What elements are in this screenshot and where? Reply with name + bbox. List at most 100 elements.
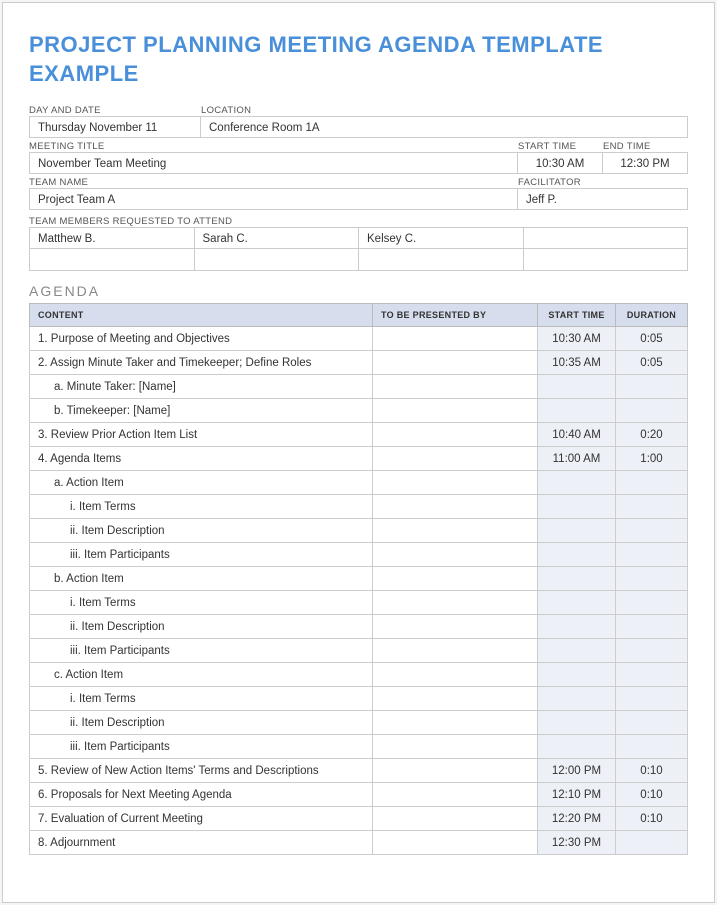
label-members: TEAM MEMBERS REQUESTED TO ATTEND bbox=[29, 213, 688, 227]
members-row-2 bbox=[29, 249, 688, 271]
member-cell-empty bbox=[195, 249, 360, 271]
info-row-meeting-title: MEETING TITLE November Team Meeting STAR… bbox=[29, 138, 688, 174]
info-row-date-location: DAY AND DATE Thursday November 11 LOCATI… bbox=[29, 102, 688, 138]
document-page: PROJECT PLANNING MEETING AGENDA TEMPLATE… bbox=[2, 2, 715, 903]
agenda-row: iii. Item Participants bbox=[30, 639, 688, 663]
value-end-time: 12:30 PM bbox=[603, 152, 688, 174]
header-presenter: TO BE PRESENTED BY bbox=[373, 304, 538, 327]
agenda-duration-cell bbox=[616, 687, 688, 711]
header-content: CONTENT bbox=[30, 304, 373, 327]
agenda-start-cell bbox=[538, 663, 616, 687]
agenda-presenter-cell bbox=[373, 423, 538, 447]
agenda-presenter-cell bbox=[373, 783, 538, 807]
agenda-start-cell: 12:30 PM bbox=[538, 831, 616, 855]
agenda-header-row: CONTENT TO BE PRESENTED BY START TIME DU… bbox=[30, 304, 688, 327]
agenda-start-cell bbox=[538, 615, 616, 639]
label-meeting-title: MEETING TITLE bbox=[29, 138, 518, 152]
agenda-row: 1. Purpose of Meeting and Objectives10:3… bbox=[30, 327, 688, 351]
agenda-table: CONTENT TO BE PRESENTED BY START TIME DU… bbox=[29, 303, 688, 855]
agenda-duration-cell bbox=[616, 375, 688, 399]
agenda-row: ii. Item Description bbox=[30, 615, 688, 639]
agenda-content-cell: i. Item Terms bbox=[30, 687, 373, 711]
agenda-row: b. Action Item bbox=[30, 567, 688, 591]
agenda-presenter-cell bbox=[373, 663, 538, 687]
agenda-content-cell: 4. Agenda Items bbox=[30, 447, 373, 471]
agenda-row: i. Item Terms bbox=[30, 495, 688, 519]
value-day-date: Thursday November 11 bbox=[29, 116, 201, 138]
agenda-row: 6. Proposals for Next Meeting Agenda12:1… bbox=[30, 783, 688, 807]
agenda-row: b. Timekeeper: [Name] bbox=[30, 399, 688, 423]
agenda-row: a. Minute Taker: [Name] bbox=[30, 375, 688, 399]
agenda-start-cell bbox=[538, 687, 616, 711]
agenda-presenter-cell bbox=[373, 591, 538, 615]
member-cell-empty bbox=[524, 249, 689, 271]
agenda-presenter-cell bbox=[373, 831, 538, 855]
agenda-start-cell bbox=[538, 735, 616, 759]
agenda-row: ii. Item Description bbox=[30, 519, 688, 543]
agenda-content-cell: ii. Item Description bbox=[30, 711, 373, 735]
agenda-duration-cell bbox=[616, 663, 688, 687]
member-cell: Kelsey C. bbox=[359, 227, 524, 249]
agenda-presenter-cell bbox=[373, 399, 538, 423]
agenda-presenter-cell bbox=[373, 327, 538, 351]
agenda-content-cell: a. Minute Taker: [Name] bbox=[30, 375, 373, 399]
agenda-start-cell: 12:20 PM bbox=[538, 807, 616, 831]
agenda-content-cell: i. Item Terms bbox=[30, 495, 373, 519]
agenda-content-cell: 5. Review of New Action Items' Terms and… bbox=[30, 759, 373, 783]
agenda-presenter-cell bbox=[373, 735, 538, 759]
agenda-presenter-cell bbox=[373, 375, 538, 399]
agenda-presenter-cell bbox=[373, 807, 538, 831]
agenda-row: 2. Assign Minute Taker and Timekeeper; D… bbox=[30, 351, 688, 375]
header-start: START TIME bbox=[538, 304, 616, 327]
agenda-content-cell: iii. Item Participants bbox=[30, 543, 373, 567]
info-row-team: TEAM NAME Project Team A FACILITATOR Jef… bbox=[29, 174, 688, 210]
agenda-content-cell: i. Item Terms bbox=[30, 591, 373, 615]
agenda-duration-cell: 0:10 bbox=[616, 759, 688, 783]
page-title: PROJECT PLANNING MEETING AGENDA TEMPLATE… bbox=[29, 31, 688, 88]
agenda-duration-cell: 0:05 bbox=[616, 327, 688, 351]
agenda-presenter-cell bbox=[373, 471, 538, 495]
agenda-row: i. Item Terms bbox=[30, 591, 688, 615]
agenda-duration-cell bbox=[616, 711, 688, 735]
agenda-start-cell bbox=[538, 591, 616, 615]
member-cell: Sarah C. bbox=[195, 227, 360, 249]
agenda-presenter-cell bbox=[373, 687, 538, 711]
agenda-duration-cell: 0:10 bbox=[616, 783, 688, 807]
agenda-start-cell bbox=[538, 711, 616, 735]
member-cell bbox=[524, 227, 689, 249]
member-cell: Matthew B. bbox=[29, 227, 195, 249]
agenda-row: a. Action Item bbox=[30, 471, 688, 495]
agenda-row: 8. Adjournment 12:30 PM bbox=[30, 831, 688, 855]
value-start-time: 10:30 AM bbox=[518, 152, 603, 174]
agenda-start-cell bbox=[538, 639, 616, 663]
agenda-duration-cell: 0:10 bbox=[616, 807, 688, 831]
agenda-row: iii. Item Participants bbox=[30, 543, 688, 567]
agenda-duration-cell bbox=[616, 543, 688, 567]
label-start-time: START TIME bbox=[518, 138, 603, 152]
agenda-start-cell bbox=[538, 399, 616, 423]
value-team-name: Project Team A bbox=[29, 188, 518, 210]
agenda-presenter-cell bbox=[373, 447, 538, 471]
agenda-section-title: AGENDA bbox=[29, 283, 688, 299]
members-row-1: Matthew B. Sarah C. Kelsey C. bbox=[29, 227, 688, 249]
agenda-row: iii. Item Participants bbox=[30, 735, 688, 759]
member-cell-empty bbox=[29, 249, 195, 271]
agenda-start-cell: 10:30 AM bbox=[538, 327, 616, 351]
agenda-content-cell: ii. Item Description bbox=[30, 519, 373, 543]
agenda-content-cell: 6. Proposals for Next Meeting Agenda bbox=[30, 783, 373, 807]
agenda-content-cell: 8. Adjournment bbox=[30, 831, 373, 855]
value-facilitator: Jeff P. bbox=[518, 188, 688, 210]
agenda-presenter-cell bbox=[373, 639, 538, 663]
agenda-content-cell: b. Timekeeper: [Name] bbox=[30, 399, 373, 423]
agenda-start-cell: 11:00 AM bbox=[538, 447, 616, 471]
agenda-duration-cell: 1:00 bbox=[616, 447, 688, 471]
agenda-duration-cell bbox=[616, 735, 688, 759]
agenda-start-cell bbox=[538, 543, 616, 567]
agenda-row: 4. Agenda Items 11:00 AM1:00 bbox=[30, 447, 688, 471]
label-team-name: TEAM NAME bbox=[29, 174, 518, 188]
label-end-time: END TIME bbox=[603, 138, 688, 152]
agenda-presenter-cell bbox=[373, 711, 538, 735]
agenda-row: 5. Review of New Action Items' Terms and… bbox=[30, 759, 688, 783]
agenda-duration-cell bbox=[616, 519, 688, 543]
agenda-start-cell bbox=[538, 495, 616, 519]
